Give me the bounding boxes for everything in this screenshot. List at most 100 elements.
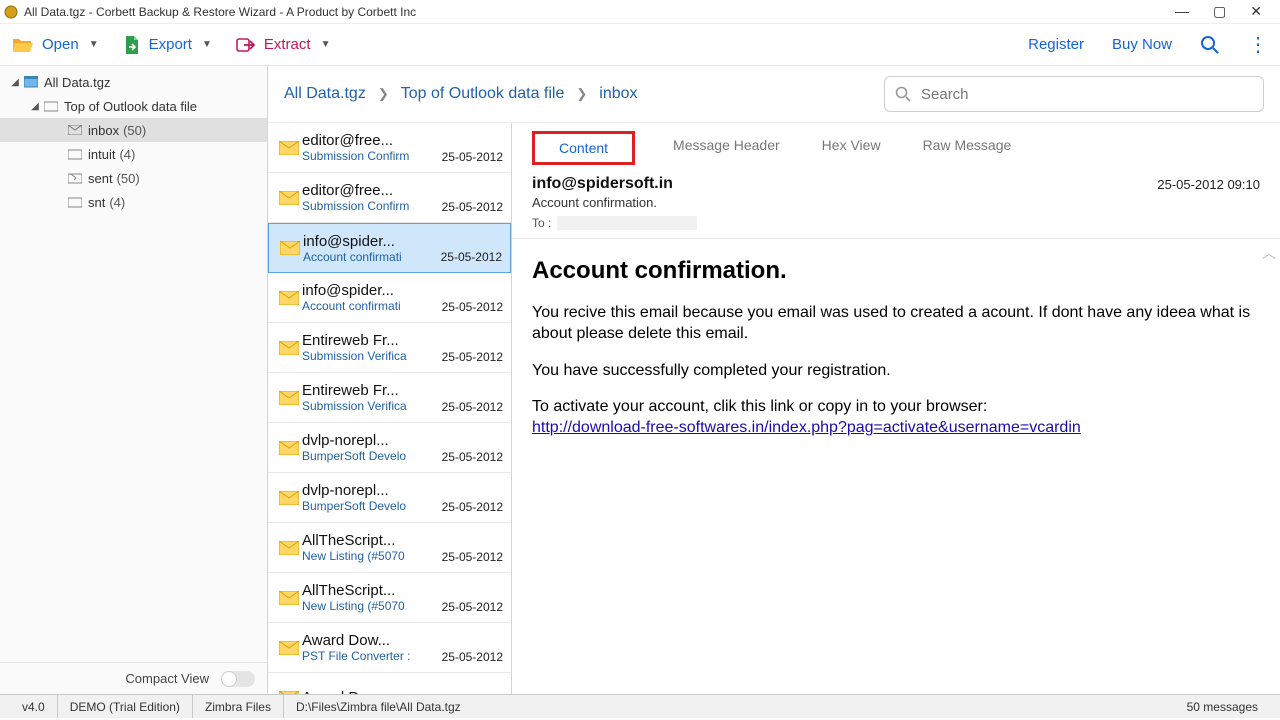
tree-outlook[interactable]: ◢ Top of Outlook data file [0, 94, 267, 118]
export-button[interactable]: Export ▼ [123, 35, 212, 55]
message-item[interactable]: info@spider...Account confirmati25-05-20… [268, 273, 511, 323]
search-icon[interactable] [1200, 35, 1220, 55]
message-item[interactable]: AllTheScript...New Listing (#507025-05-2… [268, 523, 511, 573]
sent-icon [66, 173, 84, 184]
message-item[interactable]: editor@free...Submission Confirm25-05-20… [268, 173, 511, 223]
tab-raw-message[interactable]: Raw Message [919, 131, 1016, 165]
search-input[interactable] [921, 86, 1253, 103]
message-from: info@spider... [303, 233, 432, 250]
message-item[interactable]: info@spider...Account confirmati25-05-20… [268, 223, 511, 273]
message-item[interactable]: dvlp-norepl...BumperSoft Develo25-05-201… [268, 423, 511, 473]
envelope-icon [276, 391, 302, 405]
status-version: v4.0 [10, 695, 58, 718]
tree-count: (50) [117, 171, 140, 186]
compact-view-toggle[interactable] [221, 671, 255, 687]
message-subject: New Listing (#5070 [302, 549, 433, 563]
extract-button[interactable]: Extract ▼ [236, 36, 331, 54]
archive-icon [22, 76, 40, 88]
folder-open-icon [12, 36, 34, 54]
to-label: To : [532, 216, 551, 230]
tree-root[interactable]: ◢ All Data.tgz [0, 70, 267, 94]
body-paragraph: To activate your account, clik this link… [532, 397, 1260, 439]
envelope-icon [276, 491, 302, 505]
message-from: Award Dow... [302, 632, 433, 649]
envelope-icon [276, 191, 302, 205]
message-date: 25-05-2012 [433, 650, 503, 664]
body-paragraph: You recive this email because you email … [532, 303, 1260, 345]
message-datetime: 25-05-2012 09:10 [1157, 177, 1260, 192]
message-from: AllTheScript... [302, 532, 433, 549]
message-item[interactable]: editor@free...Submission Confirm25-05-20… [268, 123, 511, 173]
tree-item-sent[interactable]: sent (50) [0, 166, 267, 190]
message-subject: Account confirmati [303, 250, 432, 264]
chevron-right-icon: ❯ [576, 86, 587, 102]
minimize-button[interactable]: — [1175, 3, 1189, 20]
envelope-icon [276, 641, 302, 655]
tab-hex-view[interactable]: Hex View [818, 131, 885, 165]
message-item[interactable]: Award Dow...PST File Converter :25-05-20… [268, 623, 511, 673]
message-subject: Submission Verifica [302, 399, 433, 413]
status-bar: v4.0 DEMO (Trial Edition) Zimbra Files D… [0, 694, 1280, 718]
status-count: 50 messages [1175, 695, 1270, 718]
buy-now-link[interactable]: Buy Now [1112, 36, 1172, 53]
chevron-down-icon: ▼ [89, 39, 99, 50]
message-subject: Submission Confirm [302, 149, 433, 163]
tree-label: inbox [88, 123, 119, 138]
scroll-up-icon[interactable]: ︿ [1262, 243, 1276, 263]
breadcrumb-item[interactable]: All Data.tgz [284, 85, 366, 103]
body-paragraph: You have successfully completed your reg… [532, 361, 1260, 382]
message-subject: PST File Converter : [302, 649, 433, 663]
message-item[interactable]: Entireweb Fr...Submission Verifica25-05-… [268, 373, 511, 423]
tree-item-intuit[interactable]: intuit (4) [0, 142, 267, 166]
kebab-menu-icon[interactable]: ⋮ [1248, 32, 1268, 57]
message-item[interactable]: Award Dow... [268, 673, 511, 694]
activation-link[interactable]: http://download-free-softwares.in/index.… [532, 419, 1081, 436]
twisty-icon[interactable]: ◢ [8, 77, 22, 88]
register-link[interactable]: Register [1028, 36, 1084, 53]
open-button[interactable]: Open ▼ [12, 36, 99, 54]
envelope-icon [276, 591, 302, 605]
message-date: 25-05-2012 [433, 550, 503, 564]
message-from: Award Dow... [302, 689, 433, 694]
envelope-icon [276, 541, 302, 555]
message-list[interactable]: editor@free...Submission Confirm 25-05-20… [268, 123, 512, 694]
envelope-icon [66, 125, 84, 135]
message-subject: BumperSoft Develo [302, 499, 433, 513]
message-item[interactable]: AllTheScript...New Listing (#507025-05-2… [268, 573, 511, 623]
folder-icon [42, 101, 60, 112]
status-profile: Zimbra Files [193, 695, 284, 718]
breadcrumb-item[interactable]: inbox [599, 85, 637, 103]
tab-content[interactable]: Content [532, 131, 635, 165]
tree-label: sent [88, 171, 113, 186]
folder-tree: ◢ All Data.tgz ◢ Top of Outlook data fil… [0, 66, 267, 662]
status-edition: DEMO (Trial Edition) [58, 695, 193, 718]
search-box[interactable] [884, 76, 1264, 112]
message-date: 25-05-2012 [433, 500, 503, 514]
tree-count: (4) [119, 147, 135, 162]
maximize-button[interactable]: ▢ [1213, 3, 1226, 20]
extract-icon [236, 36, 256, 54]
tab-message-header[interactable]: Message Header [669, 131, 784, 165]
chevron-down-icon: ▼ [321, 39, 331, 50]
tree-item-inbox[interactable]: inbox (50) [0, 118, 267, 142]
app-icon [4, 5, 18, 19]
twisty-icon[interactable]: ◢ [28, 101, 42, 112]
extract-label: Extract [264, 36, 311, 53]
tree-label: Top of Outlook data file [64, 99, 197, 114]
message-from: editor@free... [302, 132, 433, 149]
message-from: Entireweb Fr... [302, 332, 433, 349]
tree-count: (50) [123, 123, 146, 138]
tree-item-snt[interactable]: snt (4) [0, 190, 267, 214]
message-date: 25-05-2012 [433, 450, 503, 464]
message-subject: Account confirmation. [532, 195, 1260, 210]
breadcrumb: All Data.tgz ❯ Top of Outlook data file … [284, 85, 638, 103]
breadcrumb-item[interactable]: Top of Outlook data file [401, 85, 565, 103]
preview-tabs: Content Message Header Hex View Raw Mess… [512, 123, 1280, 165]
message-item[interactable]: dvlp-norepl...BumperSoft Develo25-05-201… [268, 473, 511, 523]
message-from: Entireweb Fr... [302, 382, 433, 399]
status-path: D:\Files\Zimbra file\All Data.tgz [284, 695, 473, 718]
close-button[interactable]: ✕ [1250, 3, 1262, 20]
message-item[interactable]: Entireweb Fr...Submission Verifica25-05-… [268, 323, 511, 373]
window-title: All Data.tgz - Corbett Backup & Restore … [24, 5, 416, 19]
message-body: ︿ Account confirmation. You recive this … [512, 239, 1280, 473]
